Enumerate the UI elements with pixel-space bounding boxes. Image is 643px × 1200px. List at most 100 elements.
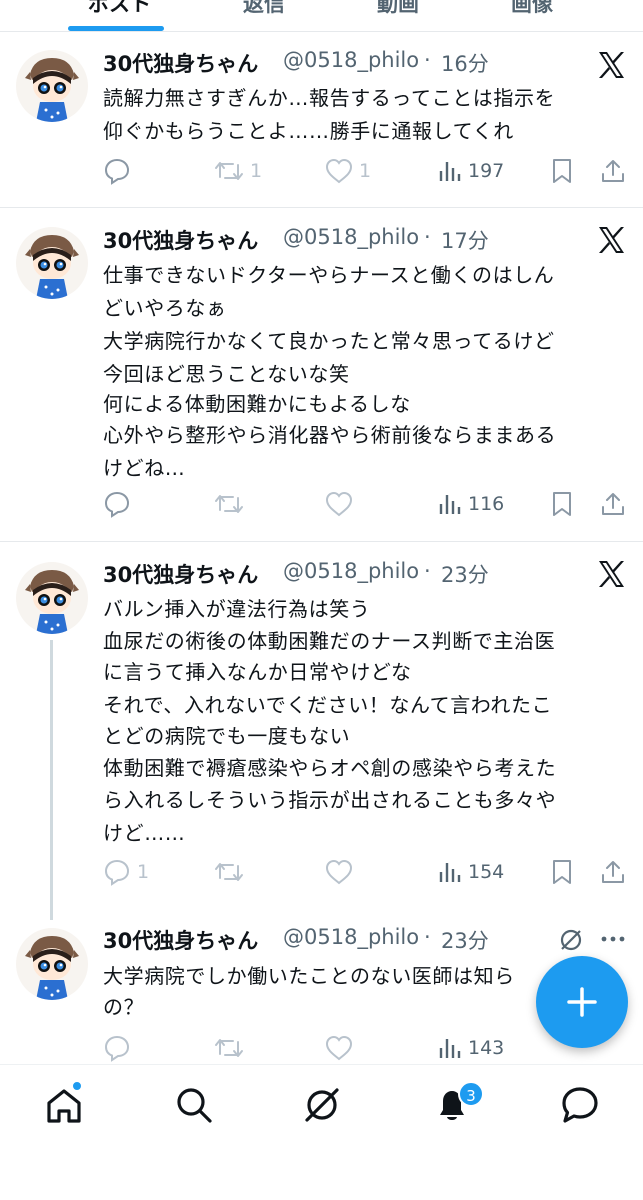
notification-badge: 3 [458, 1081, 484, 1107]
active-tab-indicator [68, 26, 164, 31]
like-button[interactable] [325, 857, 359, 887]
repost-button[interactable] [214, 1033, 250, 1063]
post-text-line: とどの病院でも一度もない [103, 724, 351, 748]
view-count: 143 [468, 1037, 505, 1059]
nav-grok[interactable] [302, 1085, 342, 1125]
bookmark-icon [553, 159, 571, 183]
author-name[interactable]: 30代独身ちゃん [103, 48, 258, 78]
share-button[interactable] [600, 489, 626, 519]
post-text-line: どいやろなぁ [103, 296, 227, 320]
bookmark-button[interactable] [551, 489, 573, 519]
post-time[interactable]: 17分 [441, 225, 489, 255]
nav-home[interactable] [44, 1085, 84, 1125]
post-text-line: に言うて挿入なんか日常やけどな [103, 660, 412, 684]
post-text-line: ら入れるしそういう指示が出されることも多々や [103, 788, 557, 812]
post-time[interactable]: 23分 [441, 559, 489, 589]
thread-connector [50, 640, 53, 920]
repost-button[interactable]: 1 [214, 156, 262, 186]
grok-icon [305, 1088, 339, 1122]
avatar[interactable] [16, 928, 88, 1000]
post-time[interactable]: 23分 [441, 925, 489, 955]
reply-icon [104, 491, 130, 518]
bookmark-button[interactable] [551, 857, 573, 887]
nav-messages[interactable] [560, 1085, 600, 1125]
messages-icon [562, 1087, 598, 1123]
nav-search[interactable] [174, 1085, 214, 1125]
views-button[interactable]: 143 [438, 1033, 504, 1063]
views-button[interactable]: 197 [438, 156, 504, 186]
views-button[interactable]: 154 [438, 857, 504, 887]
like-icon [325, 859, 353, 885]
post-text-line: 大学病院でしか働いたことのない医師は知ら [103, 964, 515, 988]
tab-images[interactable]: 画像 [511, 0, 553, 18]
avatar[interactable] [16, 562, 88, 634]
like-icon [325, 491, 353, 517]
like-count: 1 [359, 160, 372, 182]
reply-button[interactable] [103, 156, 137, 186]
home-unread-dot [72, 1081, 82, 1091]
separator-dot: · [424, 48, 431, 72]
like-icon [325, 1035, 353, 1061]
tab-posts[interactable]: ポスト [88, 0, 151, 18]
post[interactable]: 30代独身ちゃん @0518_philo · 23分 バルン挿入が違法行為は笑う… [0, 542, 643, 912]
share-icon [602, 861, 624, 883]
post[interactable]: 30代独身ちゃん @0518_philo · 17分 仕事できないドクターやらナ… [0, 208, 643, 541]
post[interactable]: 30代独身ちゃん @0518_philo · 16分 読解力無さすぎんか…報告す… [0, 32, 643, 207]
share-button[interactable] [600, 857, 626, 887]
like-button[interactable]: 1 [325, 156, 371, 186]
post-text-line: 大学病院行かなくて良かったと常々思ってるけど [103, 329, 555, 353]
reply-button[interactable]: 1 [103, 857, 149, 887]
post-text-line: 何による体動困難かにもよるしな [103, 392, 411, 416]
grok-icon[interactable] [558, 927, 584, 953]
more-icon[interactable] [600, 934, 626, 944]
author-handle[interactable]: @0518_philo [283, 225, 419, 249]
reply-icon [104, 859, 130, 886]
repost-icon [215, 162, 243, 180]
post-text-line: 心外やら整形やら消化器やら術前後ならままある [103, 423, 557, 447]
post-time[interactable]: 16分 [441, 48, 489, 78]
post-text-line: 今回ほど思うことないな笑 [103, 362, 350, 386]
tab-videos[interactable]: 動画 [377, 0, 419, 18]
views-icon [439, 1039, 461, 1058]
views-button[interactable]: 116 [438, 489, 504, 519]
post-text-line: 仰ぐかもらうことよ……勝手に通報してくれ [103, 119, 514, 143]
post-text-line: 血尿だの術後の体動困難だのナース判断で主治医 [103, 629, 556, 653]
post-text-line: けどね… [103, 456, 186, 480]
bookmark-button[interactable] [551, 156, 573, 186]
compose-icon [567, 987, 597, 1017]
home-icon [47, 1089, 81, 1123]
reply-button[interactable] [103, 489, 137, 519]
avatar[interactable] [16, 227, 88, 299]
separator-dot: · [424, 225, 431, 249]
author-name[interactable]: 30代独身ちゃん [103, 225, 258, 255]
like-button[interactable] [325, 1033, 359, 1063]
profile-tab-bar: ポスト 返信 動画 画像 [0, 0, 643, 32]
like-button[interactable] [325, 489, 359, 519]
separator-dot: · [424, 925, 431, 949]
repost-icon [215, 863, 243, 881]
compose-button[interactable] [536, 956, 628, 1048]
author-handle[interactable]: @0518_philo [283, 48, 419, 72]
x-logo-icon [599, 227, 624, 253]
share-button[interactable] [600, 156, 626, 186]
separator-dot: · [424, 559, 431, 583]
repost-button[interactable] [214, 489, 250, 519]
repost-button[interactable] [214, 857, 250, 887]
author-handle[interactable]: @0518_philo [283, 559, 419, 583]
reply-button[interactable] [103, 1033, 137, 1063]
author-handle[interactable]: @0518_philo [283, 925, 419, 949]
tab-replies[interactable]: 返信 [243, 0, 285, 18]
bookmark-icon [553, 860, 571, 884]
post-text-line: 読解力無さすぎんか…報告するってことは指示を [103, 86, 556, 110]
post-text-line: 仕事できないドクターやらナースと働くのはしん [103, 263, 555, 287]
repost-icon [215, 495, 243, 513]
author-name[interactable]: 30代独身ちゃん [103, 559, 258, 589]
search-icon [177, 1088, 212, 1123]
view-count: 116 [468, 493, 505, 515]
views-icon [439, 863, 461, 882]
bottom-navigation: 3 [0, 1064, 643, 1200]
author-name[interactable]: 30代独身ちゃん [103, 925, 258, 955]
post-text-line: けど…… [103, 821, 186, 845]
x-logo-icon [599, 52, 624, 78]
avatar[interactable] [16, 50, 88, 122]
